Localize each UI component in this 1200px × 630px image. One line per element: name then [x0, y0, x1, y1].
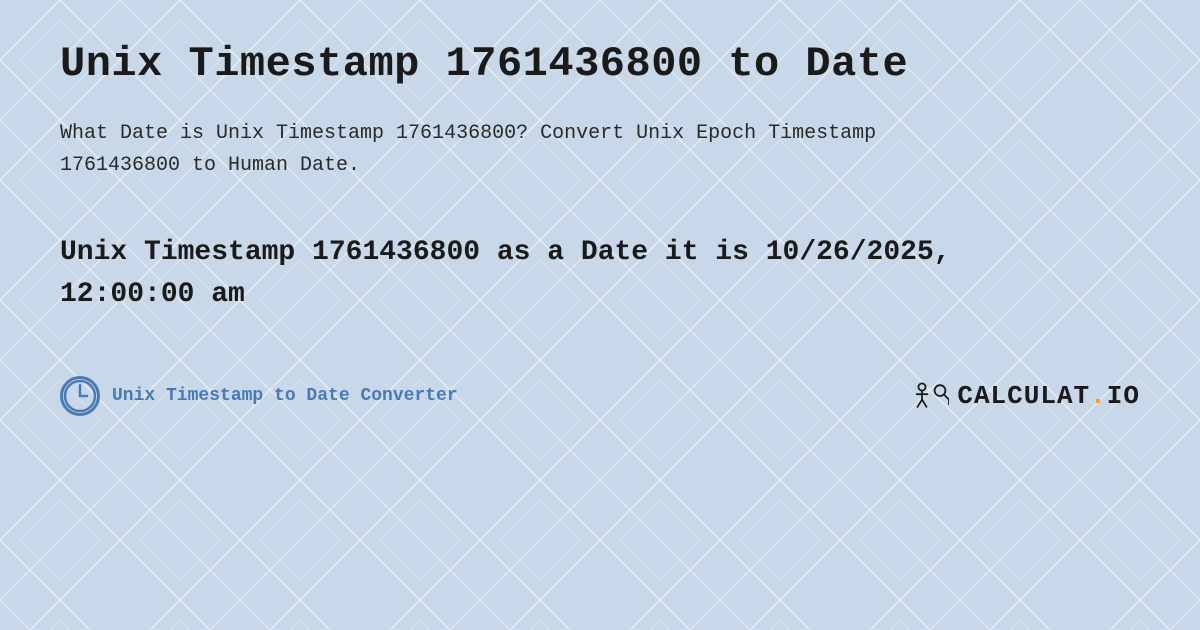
footer-link-text: Unix Timestamp to Date Converter	[112, 386, 458, 406]
page-title: Unix Timestamp 1761436800 to Date	[60, 40, 1140, 88]
logo-icon	[913, 378, 949, 414]
conversion-result: Unix Timestamp 1761436800 as a Date it i…	[60, 232, 960, 316]
footer-link[interactable]: Unix Timestamp to Date Converter	[60, 376, 458, 416]
calculat-logo[interactable]: CALCULAT.IO	[913, 378, 1140, 414]
page-description: What Date is Unix Timestamp 1761436800? …	[60, 118, 960, 182]
logo-text: CALCULAT.IO	[957, 381, 1140, 411]
page-footer: Unix Timestamp to Date Converter CALCULA…	[60, 376, 1140, 416]
clock-icon	[60, 376, 100, 416]
